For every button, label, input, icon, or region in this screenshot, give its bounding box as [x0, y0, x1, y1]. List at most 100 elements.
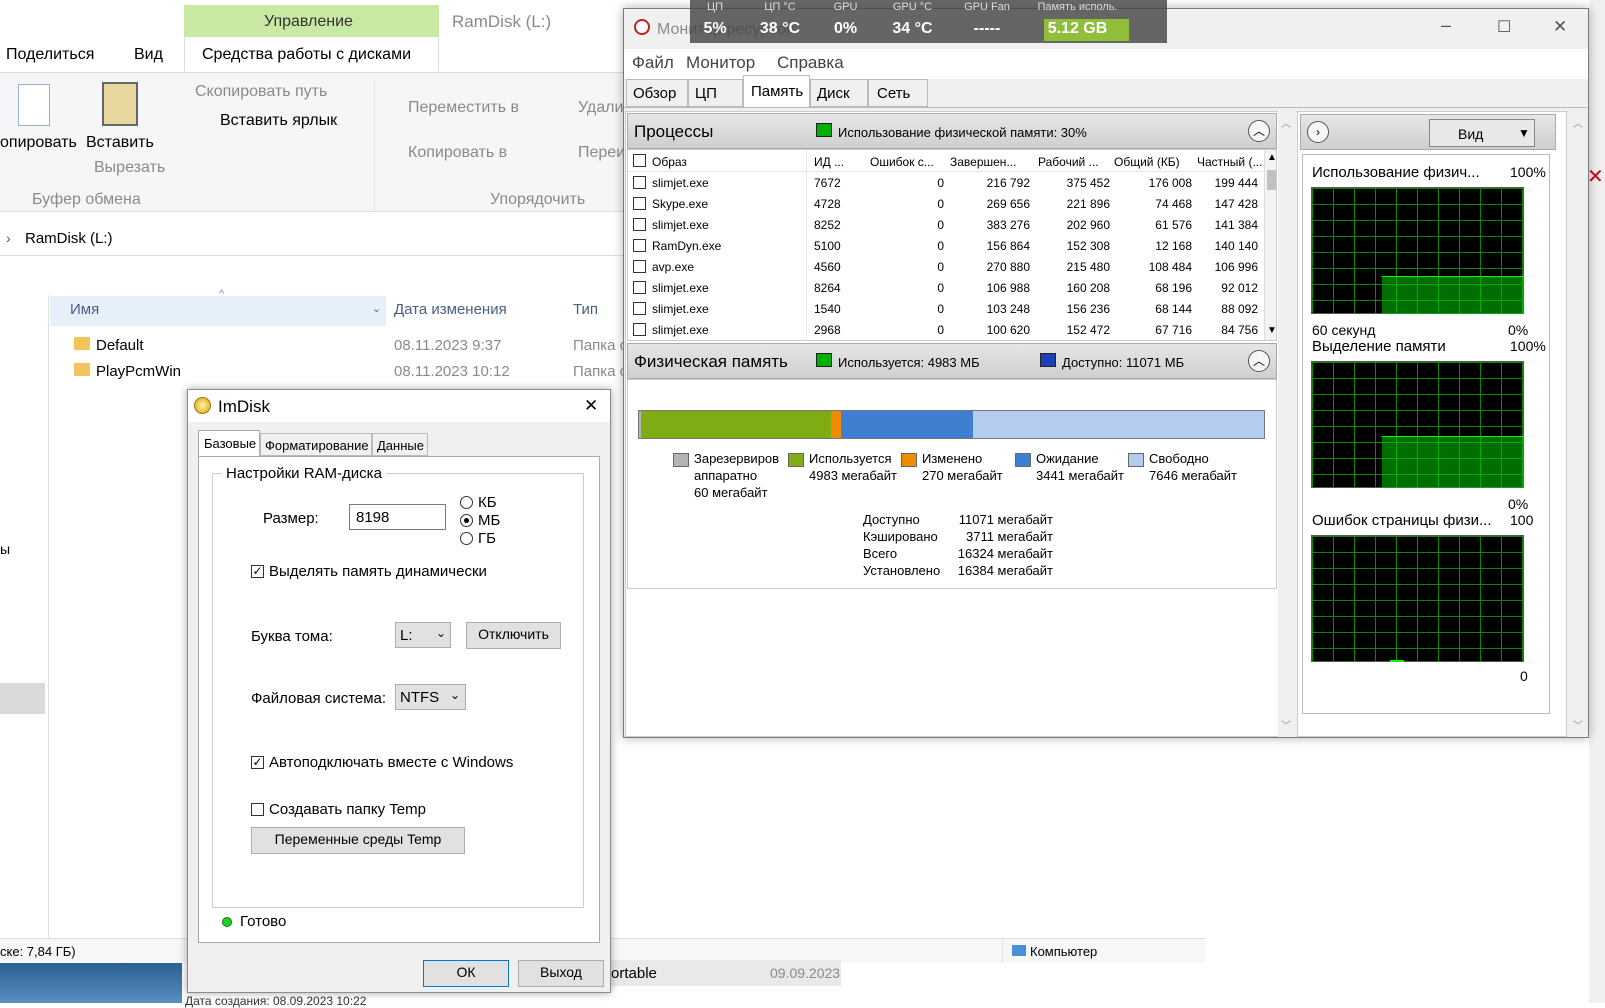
collapse-up-icon[interactable]: ︿	[1248, 120, 1270, 142]
nav-pane-selected[interactable]	[0, 683, 45, 714]
view-button[interactable]: Вид ▼	[1429, 119, 1535, 147]
temp-label: Создавать папку Temp	[269, 801, 426, 818]
tab-disk[interactable]: Диск	[810, 79, 868, 107]
temp-checkbox[interactable]	[251, 803, 264, 816]
file-name-0[interactable]: Default	[96, 337, 144, 354]
process-row[interactable]: slimjet.exe 8264 0 106 988 160 208 68 196 92 0…	[628, 277, 1264, 298]
scroll-up-icon[interactable]: ︿	[1281, 115, 1291, 130]
processes-header-row: Образ ИД ... Ошибок с... Завершен... Раб…	[628, 150, 1264, 172]
process-checkbox[interactable]	[633, 281, 646, 294]
process-row[interactable]: slimjet.exe 1540 0 103 248 156 236 68 144 88 0…	[628, 298, 1264, 319]
select-all-checkbox[interactable]	[633, 154, 646, 167]
tab-memory[interactable]: Память	[743, 75, 810, 108]
unit-gb-radio[interactable]	[460, 532, 473, 545]
file-name-1[interactable]: PlayPcmWin	[96, 363, 181, 380]
process-row[interactable]: slimjet.exe 8252 0 383 276 202 960 61 576 141 …	[628, 214, 1264, 235]
processes-header[interactable]: Процессы Использование физической памяти…	[627, 113, 1277, 149]
scroll-up-icon[interactable]: ▲	[1267, 152, 1276, 163]
unmount-button[interactable]: Отключить	[466, 622, 561, 649]
minimize-icon[interactable]: –	[1441, 15, 1451, 36]
fs-select[interactable]: NTFS ⌄	[395, 684, 466, 710]
copy-to-button[interactable]: Копировать в	[408, 144, 507, 162]
tab-format[interactable]: Форматирование	[260, 433, 372, 456]
expand-right-icon[interactable]: ›	[1307, 121, 1329, 143]
scroll-up-icon[interactable]: ︿	[1573, 115, 1583, 130]
scroll-down-icon[interactable]: ﹀	[1281, 717, 1291, 732]
rename-button[interactable]: Переи	[578, 144, 625, 162]
tab-overview[interactable]: Обзор	[626, 79, 688, 107]
drive-letter-select[interactable]: L: ⌄	[395, 622, 451, 648]
col-shareable[interactable]: Общий (КБ)	[1114, 155, 1180, 169]
dynamic-checkbox[interactable]: ✓	[251, 565, 264, 578]
cut-button[interactable]: Вырезать	[94, 159, 165, 177]
left-pane-scrollbar[interactable]: ︿ ﹀	[1278, 111, 1294, 737]
copy-icon[interactable]	[18, 84, 50, 126]
process-row[interactable]: slimjet.exe 2968 0 100 620 152 472 67 716 84 7…	[628, 319, 1264, 340]
graphs-scrollbar[interactable]: ︿ ﹀	[1569, 111, 1587, 737]
col-image[interactable]: Образ	[652, 155, 687, 169]
tab-share[interactable]: Поделиться	[6, 46, 94, 64]
process-checkbox[interactable]	[633, 218, 646, 231]
tab-data[interactable]: Данные	[372, 433, 428, 456]
close-icon: ✕	[1587, 166, 1604, 188]
column-header-name-bg[interactable]	[50, 296, 386, 326]
tab-network[interactable]: Сеть	[868, 79, 928, 107]
tab-cpu[interactable]: ЦП	[688, 79, 743, 107]
menu-file[interactable]: Файл	[632, 53, 674, 73]
copy-button[interactable]: опировать	[0, 134, 77, 152]
process-row[interactable]: Skype.exe 4728 0 269 656 221 896 74 468 147 42…	[628, 193, 1264, 214]
env-temp-button[interactable]: Переменные среды Temp	[251, 827, 465, 854]
tab-view[interactable]: Вид	[134, 46, 163, 64]
processes-usage: Использование физической памяти: 30%	[838, 125, 1087, 140]
process-checkbox[interactable]	[633, 302, 646, 315]
column-header-name[interactable]: Имя	[70, 301, 99, 318]
chevron-down-icon[interactable]: ⌄	[372, 302, 381, 315]
ribbon-tab-manage-highlight[interactable]: Управление	[184, 5, 439, 37]
process-row[interactable]: slimjet.exe 7672 0 216 792 375 452 176 008 199…	[628, 172, 1264, 193]
sort-arrow-icon: ^	[219, 288, 225, 300]
process-row[interactable]: avp.exe 4560 0 270 880 215 480 108 484 106 996	[628, 256, 1264, 277]
exit-button[interactable]: Выход	[518, 960, 604, 987]
delete-button[interactable]: Удали	[578, 99, 623, 117]
close-icon[interactable]: ✕	[1553, 17, 1567, 37]
menu-help[interactable]: Справка	[777, 53, 844, 73]
process-checkbox[interactable]	[633, 176, 646, 189]
collapse-up-icon[interactable]: ︿	[1248, 350, 1270, 372]
col-faults[interactable]: Ошибок с...	[870, 155, 934, 169]
column-header-date[interactable]: Дата изменения	[394, 301, 507, 318]
process-row[interactable]: RamDyn.exe 5100 0 156 864 152 308 12 168 140 1…	[628, 235, 1264, 256]
copy-path-button[interactable]: Скопировать путь	[195, 83, 327, 101]
graph2-min: 0%	[1508, 496, 1529, 512]
col-commit[interactable]: Завершен...	[950, 155, 1016, 169]
processes-scrollbar[interactable]: ▲ ▼	[1264, 150, 1276, 340]
scroll-down-icon[interactable]: ▼	[1267, 325, 1276, 336]
tab-basic[interactable]: Базовые	[198, 430, 260, 456]
close-icon[interactable]: ✕	[584, 396, 598, 416]
automount-checkbox[interactable]: ✓	[251, 756, 264, 769]
size-label: Размер:	[263, 510, 319, 527]
col-pid[interactable]: ИД ...	[814, 155, 844, 169]
menu-monitor[interactable]: Монитор	[686, 53, 755, 73]
ok-button[interactable]: ОК	[423, 960, 509, 987]
scroll-down-icon[interactable]: ﹀	[1573, 717, 1583, 732]
col-working[interactable]: Рабочий ...	[1038, 155, 1099, 169]
process-checkbox[interactable]	[633, 239, 646, 252]
size-input[interactable]: 8198	[349, 504, 446, 530]
process-checkbox[interactable]	[633, 197, 646, 210]
paste-icon[interactable]	[102, 82, 138, 126]
paste-button[interactable]: Вставить	[86, 134, 154, 152]
col-private[interactable]: Частный (...	[1197, 155, 1262, 169]
process-checkbox[interactable]	[633, 323, 646, 336]
maximize-icon[interactable]: ☐	[1497, 17, 1511, 37]
tab-disk-tools[interactable]: Средства работы с дисками	[202, 46, 411, 64]
column-header-type[interactable]: Тип	[573, 301, 598, 318]
move-to-button[interactable]: Переместить в	[408, 99, 519, 117]
process-checkbox[interactable]	[633, 260, 646, 273]
paste-shortcut-button[interactable]: Вставить ярлык	[220, 112, 337, 130]
status-left: ске: 7,84 ГБ)	[0, 944, 76, 959]
physical-memory-header[interactable]: Физическая память Используется: 4983 МБ …	[627, 343, 1277, 379]
unit-kb-radio[interactable]	[460, 496, 473, 509]
address-bar[interactable]: › RamDisk (L:)	[0, 222, 623, 256]
unit-mb-radio[interactable]	[460, 514, 473, 527]
drive-letter-value: L:	[400, 627, 413, 644]
